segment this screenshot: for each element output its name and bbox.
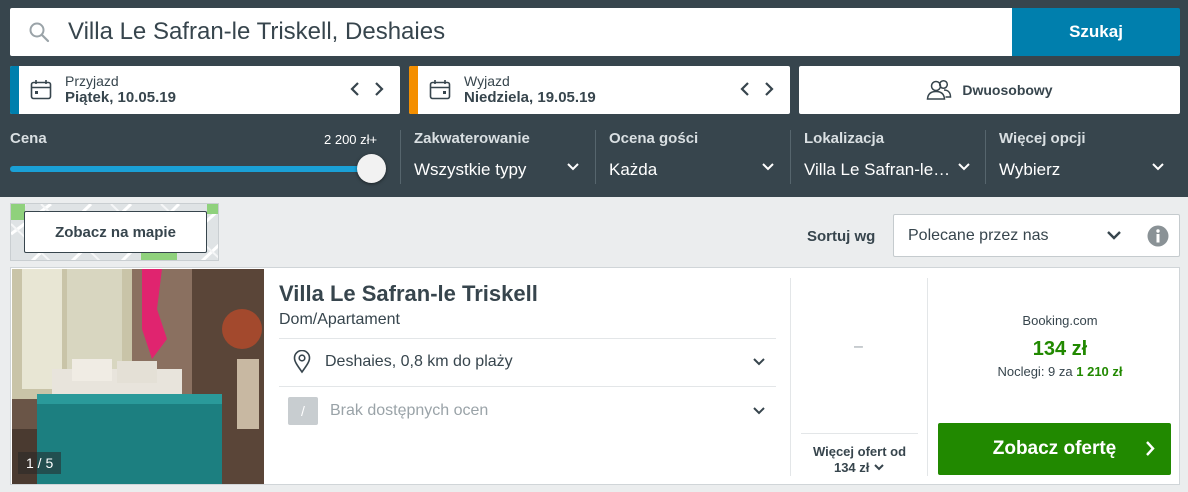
hotel-name[interactable]: Villa Le Safran-le Triskell	[279, 281, 538, 307]
filter-divider	[595, 130, 596, 184]
more-options-filter[interactable]: Więcej opcji Wybierz	[999, 130, 1174, 190]
more-offers-price: 134 zł	[801, 460, 918, 476]
chevron-right-icon	[1146, 441, 1155, 456]
show-map-button[interactable]: Zobacz na mapie	[24, 211, 207, 253]
chevron-down-icon	[753, 358, 765, 366]
chevron-down-icon	[874, 464, 884, 471]
nights-prefix: Noclegi: 9 za	[997, 364, 1073, 379]
location-filter[interactable]: Lokalizacja Villa Le Safran-le…	[804, 130, 974, 190]
chevron-left-icon[interactable]	[348, 78, 362, 100]
checkin-date: Piątek, 10.05.19	[65, 89, 176, 106]
more-offers-label: Więcej ofert od	[812, 444, 907, 459]
price-max-label: 2 200 zł+	[324, 132, 378, 147]
chevron-down-icon	[753, 407, 765, 415]
chevron-right-icon[interactable]	[762, 78, 776, 100]
hotel-location: Deshaies, 0,8 km do plaży	[325, 353, 513, 370]
provider-name: Booking.com	[1022, 313, 1098, 328]
search-button[interactable]: Szukaj	[1012, 8, 1180, 56]
chevron-down-icon	[567, 163, 579, 171]
checkin-text: Przyjazd Piątek, 10.05.19	[65, 73, 176, 107]
search-input[interactable]	[68, 18, 968, 46]
nights-total: 1 210 zł	[1076, 364, 1123, 379]
checkout-text: Wyjazd Niedziela, 19.05.19	[464, 73, 596, 107]
price-slider-track[interactable]	[10, 166, 372, 172]
guest-rating-filter-value: Każda	[609, 160, 658, 179]
hotel-photo[interactable]: 1 / 5	[12, 269, 264, 484]
checkin-arrows	[348, 78, 386, 100]
chevron-down-icon	[1152, 163, 1164, 171]
accommodation-filter[interactable]: Zakwaterowanie Wszystkie typy	[414, 130, 584, 190]
checkin-accent-stripe	[10, 66, 19, 114]
location-filter-value: Villa Le Safran-le…	[804, 160, 951, 179]
column-divider	[927, 278, 928, 476]
view-deal-button[interactable]: Zobacz ofertę	[938, 423, 1171, 475]
view-deal-label: Zobacz ofertę	[992, 438, 1117, 459]
chevron-down-icon	[1107, 231, 1121, 240]
more-options-filter-value: Wybierz	[999, 160, 1061, 179]
location-row[interactable]: Deshaies, 0,8 km do plaży	[279, 339, 776, 385]
location-filter-title: Lokalizacja	[804, 130, 885, 147]
alt-price-placeholder: –	[854, 338, 863, 355]
checkout-arrows	[738, 78, 776, 100]
rating-row[interactable]: / Brak dostępnych ocen	[279, 388, 776, 434]
divider	[279, 386, 776, 387]
nights-info: Noclegi: 9 za 1 210 zł	[939, 364, 1181, 379]
deal-price[interactable]: 134 zł	[939, 338, 1181, 361]
more-offers-link[interactable]: Więcej ofert od 134 zł	[801, 444, 918, 476]
checkout-field[interactable]: Wyjazd Niedziela, 19.05.19	[409, 66, 790, 114]
room-type-selector[interactable]: Dwuosobowy	[799, 66, 1180, 114]
chevron-down-icon	[762, 163, 774, 171]
checkout-date: Niedziela, 19.05.19	[464, 89, 596, 106]
checkout-accent-stripe	[409, 66, 418, 114]
accommodation-filter-title: Zakwaterowanie	[414, 130, 530, 147]
more-options-filter-title: Więcej opcji	[999, 130, 1086, 147]
checkin-label: Przyjazd	[65, 73, 119, 89]
guests-icon	[927, 79, 952, 100]
rating-text: Brak dostępnych ocen	[330, 402, 489, 419]
accommodation-filter-value: Wszystkie typy	[414, 160, 527, 179]
more-offers-price-value: 134 zł	[833, 460, 870, 475]
guest-rating-filter[interactable]: Ocena gości Każda	[609, 130, 779, 190]
column-divider	[790, 278, 791, 476]
hotel-type: Dom/Apartament	[279, 311, 400, 328]
room-type-label: Dwuosobowy	[962, 82, 1053, 98]
filter-divider	[790, 130, 791, 184]
sort-info-button[interactable]	[1136, 214, 1180, 257]
search-bar: Szukaj	[10, 8, 1180, 56]
chevron-left-icon[interactable]	[738, 78, 752, 100]
chevron-right-icon[interactable]	[372, 78, 386, 100]
checkin-field[interactable]: Przyjazd Piątek, 10.05.19	[10, 66, 400, 114]
search-icon	[29, 22, 50, 43]
divider	[801, 433, 918, 434]
calendar-icon	[429, 80, 451, 100]
guest-rating-filter-title: Ocena gości	[609, 130, 699, 147]
checkout-label: Wyjazd	[464, 73, 510, 89]
sort-select-value: Polecane przez nas	[908, 226, 1049, 244]
photo-counter: 1 / 5	[18, 452, 62, 474]
info-icon	[1147, 225, 1168, 246]
hotel-card: 1 / 5 Villa Le Safran-le Triskell Dom/Ap…	[10, 267, 1180, 485]
price-slider-handle[interactable]	[357, 154, 386, 183]
rating-badge: /	[288, 397, 318, 425]
filter-divider	[985, 130, 986, 184]
filter-divider	[400, 130, 401, 184]
sort-select[interactable]: Polecane przez nas	[893, 214, 1137, 257]
calendar-icon	[30, 80, 52, 100]
sort-label: Sortuj wg	[807, 228, 876, 245]
search-box[interactable]	[10, 8, 1012, 56]
chevron-down-icon	[958, 163, 970, 171]
map-pin-icon	[293, 350, 311, 374]
